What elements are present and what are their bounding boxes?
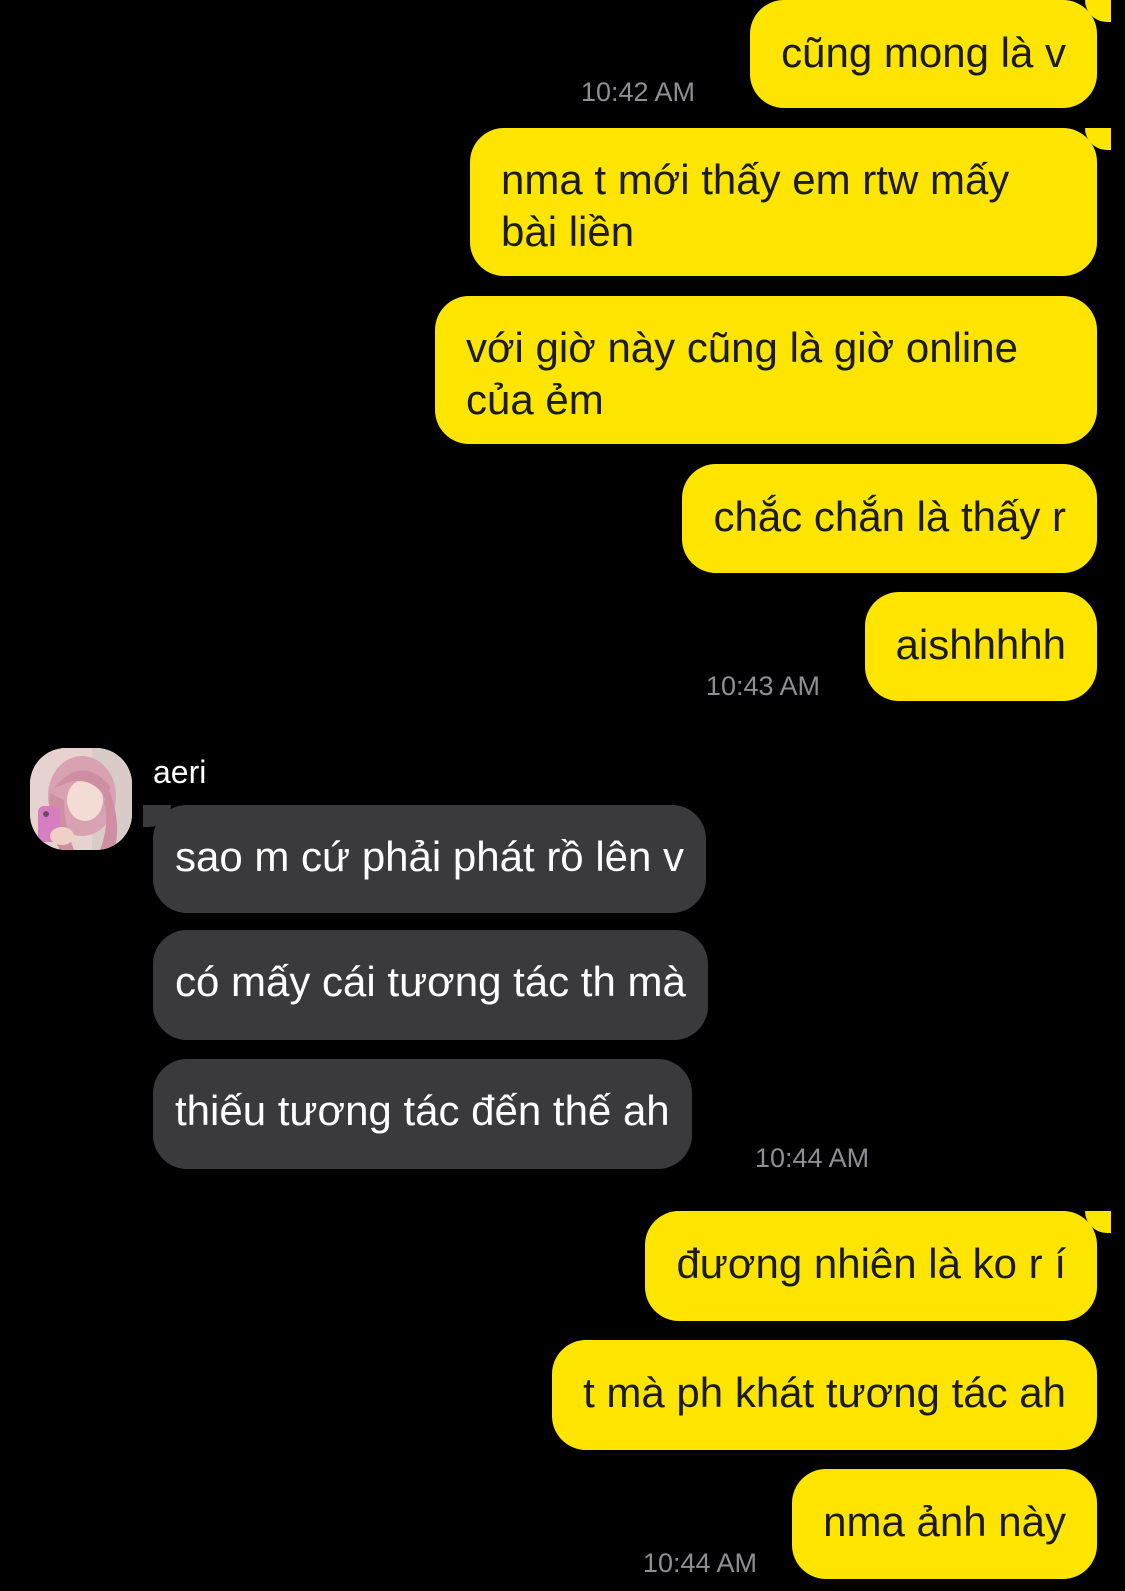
sender-name: aeri bbox=[153, 754, 207, 790]
outgoing-message[interactable]: nma t mới thấy em rtw mấy bài liền bbox=[470, 128, 1097, 276]
outgoing-message[interactable]: chắc chắn là thấy r bbox=[682, 464, 1097, 573]
incoming-message[interactable]: sao m cứ phải phát rồ lên v bbox=[153, 805, 707, 913]
outgoing-message[interactable]: cũng mong là v bbox=[750, 0, 1097, 108]
outgoing-message[interactable]: t mà ph khát tương tác ah bbox=[552, 1340, 1097, 1450]
message-timestamp: 10:44 AM bbox=[642, 1548, 757, 1578]
avatar[interactable] bbox=[30, 748, 132, 850]
incoming-message[interactable]: có mấy cái tương tác th mà bbox=[153, 930, 708, 1040]
avatar-photo-icon bbox=[30, 748, 132, 850]
outgoing-message[interactable]: nma ảnh này bbox=[792, 1469, 1097, 1579]
message-timestamp: 10:44 AM bbox=[755, 1143, 870, 1173]
message-timestamp: 10:43 AM bbox=[705, 671, 820, 701]
incoming-message[interactable]: thiếu tương tác đến thế ah bbox=[153, 1059, 692, 1169]
outgoing-message[interactable]: với giờ này cũng là giờ online của ẻm bbox=[435, 296, 1097, 444]
outgoing-message[interactable]: đương nhiên là ko r í bbox=[645, 1211, 1097, 1321]
message-timestamp: 10:42 AM bbox=[580, 77, 695, 107]
outgoing-message[interactable]: aishhhhh bbox=[864, 592, 1097, 701]
